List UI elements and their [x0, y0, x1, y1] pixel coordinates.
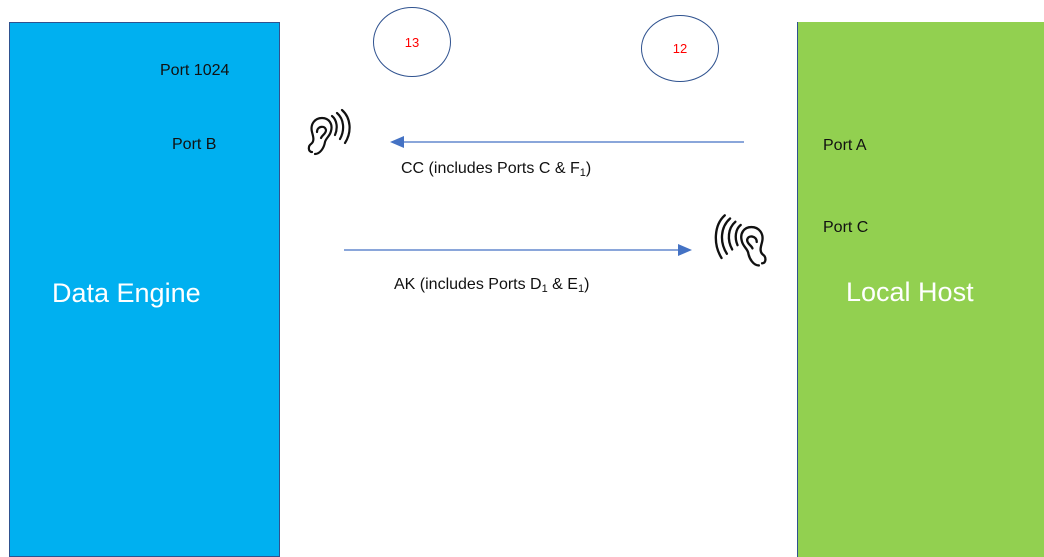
listening-ear-icon	[307, 108, 351, 156]
cc-arrow-label: CC (includes Ports C & F1)	[401, 160, 592, 179]
listening-ear-icon	[714, 214, 767, 267]
ak-arrow-label: AK (includes Ports D1 & E1)	[394, 276, 590, 295]
cc-arrowhead	[390, 136, 404, 148]
ak-arrowhead	[678, 244, 692, 256]
